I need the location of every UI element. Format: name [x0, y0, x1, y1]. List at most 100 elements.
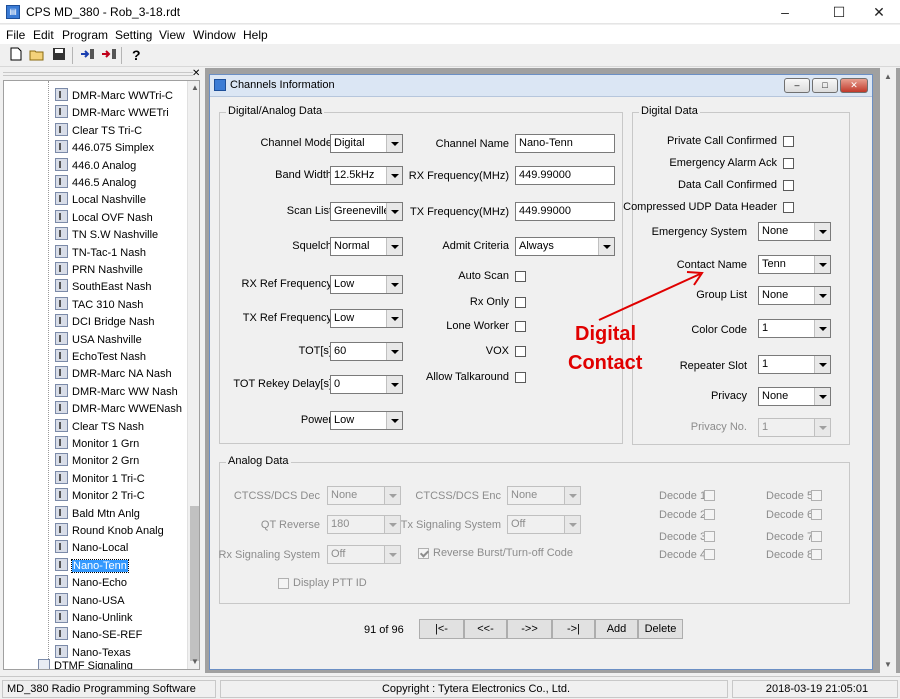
rx-only-checkbox[interactable] [515, 297, 526, 308]
panel-close-icon[interactable]: ✕ [192, 68, 200, 79]
last-record-button[interactable]: ->| [552, 619, 595, 639]
tree-item[interactable]: Nano-Local [55, 540, 128, 557]
tree-item[interactable]: Nano-Echo [55, 575, 127, 592]
tree-item[interactable]: Monitor 1 Tri-C [55, 470, 145, 488]
tree-item[interactable]: TAC 310 Nash [55, 296, 143, 314]
tx-frequency-input[interactable]: 449.99000 [515, 202, 615, 221]
tree-item[interactable]: EchoTest Nash [55, 349, 146, 366]
tree-item[interactable]: DMR-Marc WWENash [55, 401, 182, 418]
child-minimize-icon[interactable]: – [784, 78, 810, 93]
menu-edit[interactable]: Edit [33, 28, 54, 42]
decode-5-label: Decode 5 [766, 490, 814, 502]
channel-mode-select[interactable]: Digital [330, 134, 403, 153]
tx-ref-select[interactable]: Low [330, 309, 403, 328]
channel-name-input[interactable]: Nano-Tenn [515, 134, 615, 153]
tree-item[interactable]: 446.075 Simplex [55, 140, 154, 157]
band-width-select[interactable]: 12.5kHz [330, 166, 403, 185]
child-restore-icon[interactable]: □ [812, 78, 838, 93]
next-record-button[interactable]: ->> [507, 619, 552, 639]
menu-window[interactable]: Window [193, 28, 236, 42]
admit-criteria-select[interactable]: Always [515, 237, 615, 256]
menu-file[interactable]: File [6, 28, 25, 42]
tree-item[interactable]: TN-Tac-1 Nash [55, 244, 146, 262]
power-select[interactable]: Low [330, 411, 403, 430]
new-file-icon[interactable] [7, 47, 25, 64]
private-call-checkbox[interactable] [783, 136, 794, 147]
menu-view[interactable]: View [159, 28, 185, 42]
write-radio-icon[interactable] [100, 47, 118, 64]
tree-item[interactable]: Monitor 2 Grn [55, 453, 139, 470]
record-position: 91 of 96 [364, 624, 404, 636]
menu-program[interactable]: Program [62, 28, 108, 42]
tree-item[interactable]: DCI Bridge Nash [55, 314, 155, 331]
tree-item[interactable]: TN S.W Nashville [55, 227, 158, 244]
channel-icon [55, 175, 68, 188]
power-label: Power [300, 414, 332, 426]
tree-item[interactable]: DMR-Marc WWETri [55, 105, 169, 122]
squelch-select[interactable]: Normal [330, 237, 403, 256]
channel-icon [55, 262, 68, 275]
tree-item[interactable]: Monitor 2 Tri-C [55, 488, 145, 505]
menu-help[interactable]: Help [243, 28, 268, 42]
read-radio-icon[interactable] [78, 47, 96, 64]
tree-item[interactable]: Monitor 1 Grn [55, 436, 139, 453]
group-list-select[interactable]: None [758, 286, 831, 305]
tree-item[interactable]: SouthEast Nash [55, 279, 152, 296]
tree-scroll-thumb[interactable] [190, 506, 199, 661]
open-folder-icon[interactable] [28, 47, 46, 64]
tree-item[interactable]: Clear TS Nash [55, 418, 144, 436]
tree-item[interactable]: Clear TS Tri-C [55, 122, 142, 140]
channel-icon [55, 627, 68, 641]
tree-item[interactable]: DMR-Marc WW Nash [55, 383, 178, 401]
data-call-checkbox[interactable] [783, 180, 794, 191]
allow-talkaround-checkbox[interactable] [515, 372, 526, 383]
tx-ref-label: TX Ref Frequency [242, 312, 332, 324]
tot-select[interactable]: 60 [330, 342, 403, 361]
menu-setting[interactable]: Setting [115, 28, 152, 42]
tree-item[interactable]: Bald Mtn Anlg [55, 505, 140, 523]
tree-item[interactable]: DMR-Marc NA Nash [55, 366, 172, 383]
emergency-ack-checkbox[interactable] [783, 158, 794, 169]
vox-checkbox[interactable] [515, 346, 526, 357]
save-icon[interactable] [50, 47, 68, 64]
tree-node-dtmf[interactable]: DTMF Signaling [38, 658, 133, 669]
delete-button[interactable]: Delete [638, 619, 683, 639]
tree-scrollbar[interactable]: ▲ ▼ [187, 81, 199, 669]
repeater-slot-select[interactable]: 1 [758, 355, 831, 374]
scan-list-select[interactable]: Greeneville [330, 202, 403, 221]
tree-item[interactable]: Local OVF Nash [55, 209, 153, 227]
tree-item[interactable]: Nano-USA [55, 592, 125, 610]
tree-item[interactable]: Round Knob Analg [55, 523, 164, 540]
mdi-scrollbar[interactable]: ▲ ▼ [880, 68, 896, 673]
ctcss-dec-select: None [327, 486, 401, 505]
emergency-system-select[interactable]: None [758, 222, 831, 241]
tot-rekey-select[interactable]: 0 [330, 375, 403, 394]
channel-window-icon [214, 79, 226, 91]
lone-worker-checkbox[interactable] [515, 321, 526, 332]
tree-item[interactable]: DMR-Marc WWTri-C [55, 88, 173, 105]
rx-frequency-input[interactable]: 449.99000 [515, 166, 615, 185]
tree-item[interactable]: PRN Nashville [55, 262, 143, 279]
first-record-button[interactable]: |<- [419, 619, 464, 639]
udp-header-checkbox[interactable] [783, 202, 794, 213]
tree-item[interactable]: Nano-Tenn [55, 557, 129, 575]
rx-ref-select[interactable]: Low [330, 275, 403, 294]
tree-item[interactable]: Nano-SE-REF [55, 627, 142, 644]
close-icon[interactable]: ✕ [856, 0, 900, 24]
tree-item[interactable]: 446.0 Analog [55, 157, 136, 175]
auto-scan-checkbox[interactable] [515, 271, 526, 282]
child-close-icon[interactable]: ✕ [840, 78, 868, 93]
tree-item[interactable]: Local Nashville [55, 192, 146, 209]
tree-item[interactable]: Nano-Unlink [55, 610, 133, 627]
tree-item[interactable]: USA Nashville [55, 331, 142, 349]
add-button[interactable]: Add [595, 619, 638, 639]
channel-tree: DMR-Marc WWTri-C DMR-Marc WWETri Clear TS … [3, 80, 200, 670]
prev-record-button[interactable]: <<- [464, 619, 507, 639]
color-code-select[interactable]: 1 [758, 319, 831, 338]
minimize-icon[interactable]: – [762, 0, 808, 24]
help-icon[interactable]: ? [127, 47, 145, 64]
contact-name-select[interactable]: Tenn [758, 255, 831, 274]
privacy-select[interactable]: None [758, 387, 831, 406]
tree-item[interactable]: 446.5 Analog [55, 175, 136, 192]
annotation-arrow [598, 271, 704, 321]
